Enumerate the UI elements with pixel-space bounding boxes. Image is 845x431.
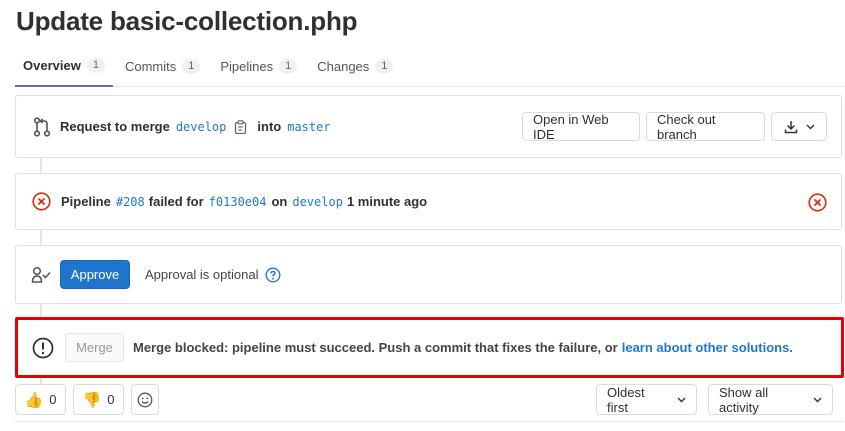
thumbs-down-button[interactable]: 👎 0 [73,384,124,415]
approve-button[interactable]: Approve [60,260,130,289]
mr-tabs: Overview 1 Commits 1 Pipelines 1 Changes… [15,46,845,87]
page-title: Update basic-collection.php [16,6,358,36]
smiley-icon [137,392,153,408]
commit-sha-link[interactable]: f0130e04 [209,195,267,209]
tab-label: Pipelines [220,59,274,74]
merge-request-widget: Request to merge develop into master Ope… [15,95,842,158]
pipeline-branch-link[interactable]: develop [292,195,343,209]
request-actions: Open in Web IDE Check out branch [522,112,827,142]
tab-changes[interactable]: Changes 1 [309,46,401,87]
merge-blocked-widget: Merge Merge blocked: pipeline must succe… [15,317,844,378]
pipeline-failed-icon[interactable] [32,192,51,211]
pipeline-label: Pipeline [61,194,111,209]
tab-pipelines[interactable]: Pipelines 1 [212,46,305,87]
learn-more-link[interactable]: learn about other solutions. [622,340,793,355]
thumbs-down-count: 0 [107,392,115,407]
warning-circle-icon [32,337,54,359]
thumbs-up-icon: 👍 [24,391,44,409]
divider [15,421,844,422]
tab-label: Changes [317,59,370,74]
into-label: into [257,119,282,134]
mr-footer: 👍 0 👎 0 Oldest first Show all activity [15,384,844,415]
sort-label: Oldest first [607,384,645,415]
tab-overview[interactable]: Overview 1 [15,46,113,87]
add-reaction-button[interactable] [131,384,159,415]
request-prefix: Request to merge [60,119,170,134]
source-branch-link[interactable]: develop [176,120,227,134]
activity-filter-label: Show all activity [719,384,769,415]
pipeline-widget: Pipeline #208 failed for f0130e04 on dev… [15,173,842,230]
download-icon [784,120,798,134]
thumbs-down-icon: 👎 [82,391,102,409]
question-circle-icon[interactable] [265,266,281,283]
chevron-down-icon [677,397,686,403]
pipeline-id-link[interactable]: #208 [116,195,145,209]
tab-label: Commits [124,59,177,74]
tab-label: Overview [23,58,81,73]
approval-user-icon [31,266,51,284]
merge-button[interactable]: Merge [65,333,124,362]
merge-blocked-text: Merge blocked: pipeline must succeed. Pu… [133,340,618,355]
merge-request-icon [32,116,52,137]
chevron-down-icon [806,124,815,130]
pipeline-time: 1 minute ago [346,194,428,209]
thumbs-up-button[interactable]: 👍 0 [15,384,66,415]
open-web-ide-button[interactable]: Open in Web IDE [522,112,640,142]
tab-count: 1 [86,58,105,73]
thumbs-up-count: 0 [49,392,57,407]
pipeline-on-label: on [271,194,288,209]
target-branch-link[interactable]: master [287,120,330,134]
chevron-down-icon [813,397,822,403]
tab-count: 1 [182,59,201,74]
tab-commits[interactable]: Commits 1 [117,46,208,87]
approval-optional-text: Approval is optional [145,267,259,282]
tab-count: 1 [375,59,394,74]
download-dropdown-button[interactable] [771,112,827,141]
activity-filter-dropdown[interactable]: Show all activity [708,384,833,415]
sort-dropdown[interactable]: Oldest first [596,384,697,415]
check-out-branch-button[interactable]: Check out branch [646,112,765,142]
copy-branch-icon[interactable] [234,119,247,134]
pipeline-failed-for: failed for [148,194,204,209]
pipeline-status-icon[interactable] [808,193,827,212]
approval-widget: Approve Approval is optional [15,245,842,304]
tab-count: 1 [279,59,298,74]
